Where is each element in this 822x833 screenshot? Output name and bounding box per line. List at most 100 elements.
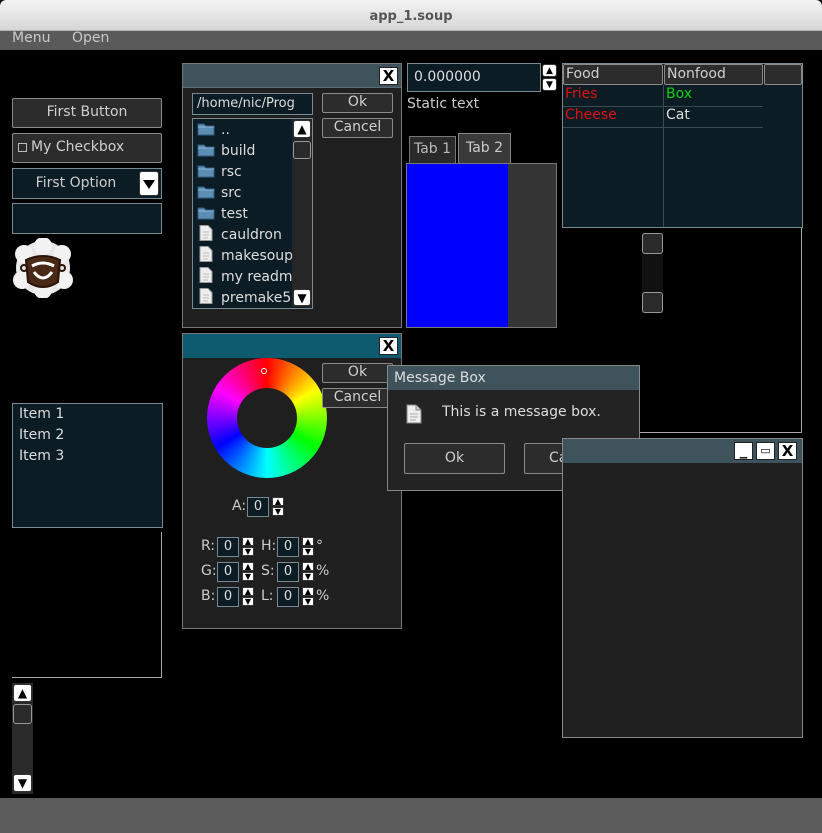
color-field-label: R:: [201, 538, 216, 554]
file-name: build: [221, 143, 256, 159]
folder-icon: [197, 122, 215, 136]
folder-icon: [197, 164, 215, 178]
color-field-label: L:: [261, 588, 274, 604]
checkbox-label: My Checkbox: [31, 139, 125, 155]
soup-logo: [12, 237, 74, 299]
decrement-icon[interactable]: ▼: [302, 572, 314, 581]
increment-icon[interactable]: ▲: [302, 587, 314, 596]
increment-icon[interactable]: ▲: [542, 64, 557, 77]
decrement-icon[interactable]: ▼: [272, 507, 284, 516]
window-titlebar: app_1.soup: [0, 0, 822, 31]
chevron-down-icon[interactable]: [139, 171, 159, 196]
scroll-up-icon[interactable]: ▲: [13, 684, 32, 702]
first-button[interactable]: First Button: [12, 98, 162, 128]
list-item[interactable]: Item 3: [19, 448, 156, 469]
file-name: makesoup: [221, 248, 294, 264]
scroll-thumb[interactable]: [293, 141, 311, 159]
folder-icon: [197, 206, 215, 220]
table-cell-food[interactable]: Fries: [565, 86, 598, 102]
file-name: src: [221, 185, 242, 201]
color-dialog-caption: [183, 334, 401, 358]
path-input[interactable]: /home/nic/Prog: [192, 93, 313, 115]
column-header-nonfood[interactable]: Nonfood: [664, 64, 763, 85]
close-icon[interactable]: X: [778, 442, 797, 460]
increment-icon[interactable]: ▲: [302, 562, 314, 571]
scroll-down-icon[interactable]: ▼: [293, 289, 311, 306]
column-header-extra[interactable]: [764, 64, 802, 85]
empty-frame: [12, 532, 162, 678]
close-icon[interactable]: X: [379, 67, 398, 85]
wheel-marker[interactable]: [261, 368, 267, 374]
list-item[interactable]: Item 1: [19, 406, 156, 427]
list-item[interactable]: Item 2: [19, 427, 156, 448]
color-field-input[interactable]: 0: [277, 587, 299, 607]
decrement-icon[interactable]: ▼: [242, 547, 254, 556]
color-field-unit: °: [316, 538, 323, 554]
ok-button[interactable]: Ok: [322, 93, 393, 113]
color-swatch: [407, 164, 508, 327]
color-field-label: B:: [201, 588, 216, 604]
decrement-icon[interactable]: ▼: [302, 547, 314, 556]
statusbar: [0, 798, 822, 833]
increment-icon[interactable]: ▲: [242, 562, 254, 571]
food-table[interactable]: Food Nonfood Fries Box Cheese Cat: [562, 63, 803, 228]
file-name: my readm: [221, 269, 293, 285]
table-cell-nonfood[interactable]: Box: [666, 86, 692, 102]
column-header-food[interactable]: Food: [563, 64, 663, 85]
ok-button[interactable]: Ok: [404, 443, 505, 474]
tab-1[interactable]: Tab 1: [409, 136, 456, 163]
decrement-icon[interactable]: ▼: [302, 597, 314, 606]
alpha-input[interactable]: 0: [247, 497, 269, 517]
message-text: This is a message box.: [442, 404, 601, 420]
color-field-input[interactable]: 0: [277, 537, 299, 557]
decrement-icon[interactable]: ▼: [242, 597, 254, 606]
table-cell-food[interactable]: Cheese: [565, 107, 617, 123]
minimize-icon[interactable]: _: [734, 442, 753, 460]
increment-icon[interactable]: ▲: [242, 587, 254, 596]
color-field-label: G:: [201, 563, 217, 579]
menu-item-menu[interactable]: Menu: [12, 30, 50, 46]
row-divider: [563, 127, 763, 128]
decrement-icon[interactable]: ▼: [242, 572, 254, 581]
file-dialog-caption: [183, 64, 401, 88]
color-wheel[interactable]: [207, 358, 327, 478]
color-field-input[interactable]: 0: [217, 562, 239, 582]
file-icon: [197, 267, 215, 283]
cancel-button[interactable]: Cancel: [322, 388, 393, 408]
color-dialog: X Ok Cancel A: 0 ▲ ▼ R: 0 ▲ ▼ H: 0 ▲ ▼ ° G: 0 ▲ ▼ S: 0…: [182, 333, 402, 629]
increment-icon[interactable]: ▲: [302, 537, 314, 546]
color-field-input[interactable]: 0: [277, 562, 299, 582]
menu-item-open[interactable]: Open: [72, 30, 109, 46]
folder-icon: [197, 143, 215, 157]
option-combo[interactable]: First Option: [12, 168, 162, 199]
increment-icon[interactable]: ▲: [242, 537, 254, 546]
table-cell-nonfood[interactable]: Cat: [666, 107, 690, 123]
scroll-down-icon[interactable]: ▼: [13, 774, 32, 792]
scroll-up-icon[interactable]: ▲: [293, 120, 311, 138]
file-icon: [197, 225, 215, 241]
ok-button[interactable]: Ok: [322, 363, 393, 383]
my-checkbox[interactable]: My Checkbox: [12, 133, 162, 163]
color-field-unit: %: [316, 563, 330, 579]
file-icon: [197, 288, 215, 304]
text-input[interactable]: [12, 203, 162, 234]
close-icon[interactable]: X: [379, 337, 398, 355]
cancel-button[interactable]: Cancel: [322, 118, 393, 138]
color-field-input[interactable]: 0: [217, 537, 239, 557]
vertical-scrollbar[interactable]: ▲ ▼: [12, 683, 33, 794]
numeric-input[interactable]: 0.000000: [407, 63, 541, 92]
checkbox-box[interactable]: [18, 143, 27, 152]
maximize-icon[interactable]: ▭: [756, 442, 775, 460]
file-list-scrollbar[interactable]: ▲ ▼: [292, 119, 312, 307]
file-dialog: X /home/nic/Prog Ok Cancel .. build rsc src…: [182, 63, 402, 328]
decrement-icon[interactable]: ▼: [542, 78, 557, 91]
color-field-label: H:: [261, 538, 277, 554]
window-title: app_1.soup: [369, 9, 453, 24]
item-list[interactable]: Item 1 Item 2 Item 3: [12, 403, 163, 528]
tab-2[interactable]: Tab 2: [458, 133, 511, 164]
scroll-thumb[interactable]: [13, 704, 32, 724]
document-icon: [406, 404, 422, 424]
increment-icon[interactable]: ▲: [272, 497, 284, 506]
combo-value: First Option: [35, 175, 117, 191]
color-field-input[interactable]: 0: [217, 587, 239, 607]
